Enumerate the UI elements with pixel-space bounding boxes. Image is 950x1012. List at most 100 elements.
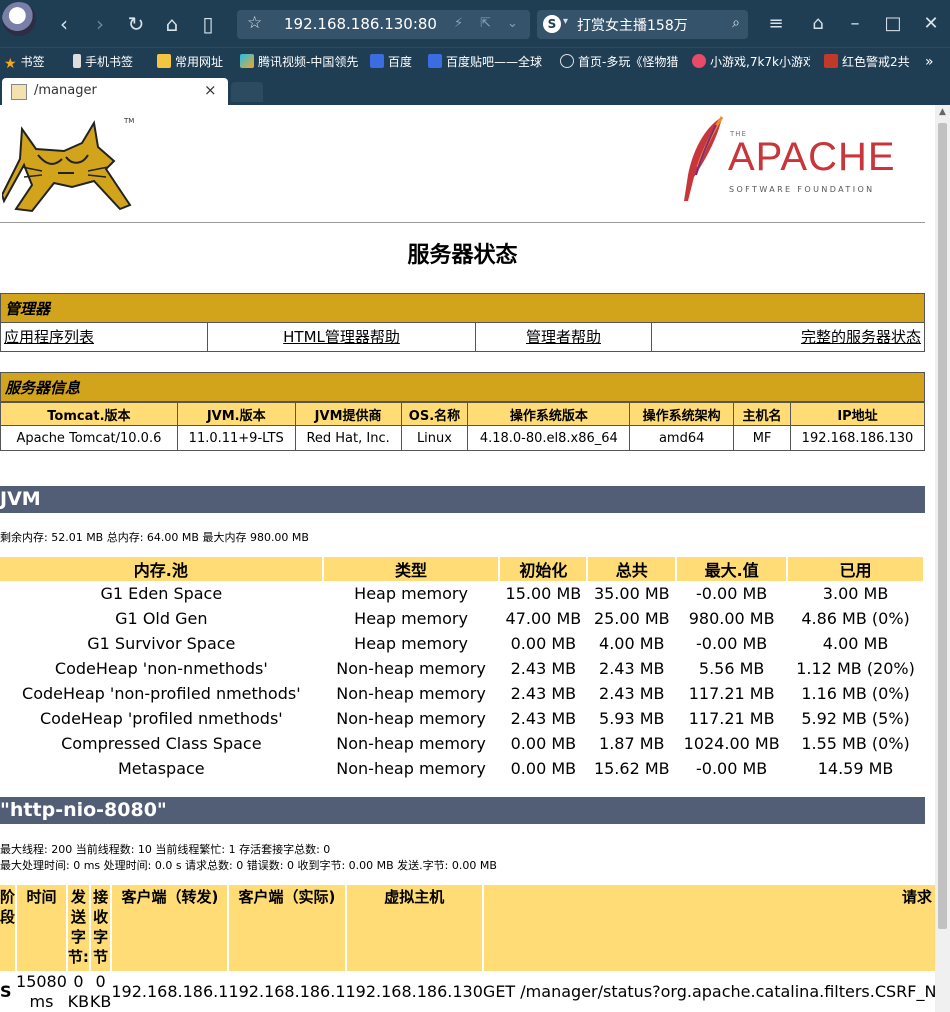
table-cell: 4.18.0-80.el8.x86_64	[467, 425, 631, 451]
bookmark-item[interactable]: 百度贴吧——全球	[428, 52, 546, 72]
table-cell: G1 Survivor Space	[87, 634, 236, 653]
tomcat-favicon-icon	[11, 84, 27, 100]
apache-subtitle: SOFTWARE FOUNDATION	[729, 185, 875, 194]
menu-icon[interactable]: ≡	[764, 12, 788, 36]
home-icon[interactable]: ⌂	[160, 12, 184, 36]
table-cell: amd64	[629, 425, 735, 451]
search-icon[interactable]: ⌕	[732, 15, 740, 31]
maximize-icon[interactable]: □	[881, 12, 905, 36]
baidu-icon	[370, 54, 384, 68]
back-arrow-icon[interactable]: ‹	[52, 12, 76, 36]
html-manager-help-link[interactable]: HTML管理器帮助	[283, 328, 400, 346]
manager-help-link[interactable]: 管理者帮助	[526, 328, 601, 346]
table-cell: 980.00 MB	[688, 609, 775, 628]
table-row: S 15080 ms 0 KB 0 KB 192.168.186.1 192.1…	[0, 971, 937, 1012]
profile-avatar[interactable]	[2, 2, 36, 36]
table-header: 主机名	[733, 402, 792, 426]
tomcat-logo[interactable]: TM	[2, 115, 136, 213]
table-cell: 117.21 MB	[688, 709, 775, 728]
reload-icon[interactable]: ↻	[124, 12, 148, 36]
table-cell: 2.43 MB	[510, 659, 577, 678]
search-engine-icon[interactable]: S	[543, 15, 561, 33]
divider	[0, 222, 925, 223]
table-cell: 192.168.186.1	[228, 982, 346, 1001]
table-row: G1 Old Gen Heap memory 47.00 MB 25.00 MB 980…	[0, 606, 924, 631]
scroll-up-icon[interactable]: ▲	[939, 107, 946, 117]
table-cell: 1.87 MB	[599, 734, 665, 753]
bookmark-item[interactable]: 常用网址	[157, 52, 223, 72]
table-cell: 15.62 MB	[593, 759, 670, 778]
minimize-icon[interactable]: –	[843, 12, 867, 36]
table-cell: CodeHeap 'non-profiled nmethods'	[22, 684, 301, 703]
table-cell: Heap memory	[354, 634, 468, 653]
table-cell: 3.00 MB	[822, 584, 889, 603]
browser-toolbar: ‹ › ↻ ⌂ ▯ ☆ 192.168.186.130:8080/manager…	[0, 0, 950, 47]
table-header: 类型	[322, 557, 501, 581]
scrollbar-thumb[interactable]	[938, 123, 947, 929]
table-cell: 35.00 MB	[593, 584, 670, 603]
tab-close-icon[interactable]: ×	[204, 81, 217, 99]
table-cell: CodeHeap 'non-nmethods'	[54, 659, 268, 678]
more-bookmarks-icon[interactable]: »	[925, 52, 934, 72]
bookmark-item[interactable]: 首页-多玩《怪物猎	[560, 52, 678, 72]
manager-heading: 管理器	[0, 293, 925, 323]
table-cell: 1.16 MB (0%)	[801, 684, 910, 703]
table-cell: Metaspace	[117, 759, 205, 778]
table-cell: 0.00 MB	[510, 634, 577, 653]
url-text[interactable]: 192.168.186.130:8080/manager	[284, 15, 436, 33]
table-cell: Red Hat, Inc.	[294, 425, 402, 451]
phone-icon	[73, 54, 81, 68]
bookmark-item[interactable]: ★ 书签	[4, 52, 45, 72]
table-cell: 5.93 MB	[599, 709, 665, 728]
bookmark-star-icon[interactable]: ☆	[247, 13, 262, 33]
tab-title[interactable]: /manager	[34, 83, 97, 98]
bookmark-item[interactable]: 百度	[370, 52, 412, 72]
table-cell: 25.00 MB	[593, 609, 670, 628]
table-row: Metaspace Non-heap memory 0.00 MB 15.62 MB -…	[0, 756, 924, 781]
lightning-icon[interactable]: ⚡	[454, 16, 463, 31]
share-icon[interactable]: ⇱	[480, 16, 491, 31]
tab-bar: /manager ×	[0, 74, 950, 105]
table-header-row: 内存.池 类型 初始化 总共 最大.值 已用	[0, 557, 925, 581]
table-header: 时间	[16, 885, 68, 971]
table-cell: Compressed Class Space	[61, 734, 262, 753]
page-viewport: TM THE APACHE SOFTWARE FOUNDATION 服务器状态 …	[0, 105, 950, 1012]
table-cell: 15080 ms	[16, 972, 67, 1011]
table-header: 请求	[482, 885, 938, 971]
table-cell: 192.168.186.1	[111, 982, 229, 1001]
forward-arrow-icon[interactable]: ›	[88, 12, 112, 36]
html-help-cell: HTML管理器帮助	[208, 322, 476, 351]
search-input[interactable]: 打赏女主播158万	[577, 15, 688, 35]
vertical-scrollbar[interactable]: ▲	[935, 105, 950, 1012]
chevron-down-icon[interactable]: ⌄	[507, 16, 518, 31]
table-cell: 11.0.11+9-LTS	[176, 425, 296, 451]
bookmark-item[interactable]: 手机书签	[73, 52, 133, 72]
close-window-icon[interactable]: ✕	[919, 12, 943, 36]
new-tab-button[interactable]	[231, 82, 263, 102]
table-cell: -0.00 MB	[696, 634, 768, 653]
manager-help-cell: 管理者帮助	[476, 322, 652, 351]
table-cell: 4.86 MB (0%)	[801, 609, 910, 628]
shirt-skin-icon[interactable]: ⌂	[806, 12, 830, 36]
jvm-heading: JVM	[0, 486, 925, 513]
table-cell: Heap memory	[354, 584, 468, 603]
app-list-link[interactable]: 应用程序列表	[4, 328, 94, 346]
table-cell: CodeHeap 'profiled nmethods'	[39, 709, 283, 728]
apache-feather-icon	[684, 116, 724, 201]
tab-manager[interactable]: /manager ×	[2, 78, 228, 105]
bookmark-item[interactable]: 小游戏,7k7k小游戏	[692, 52, 810, 72]
full-server-status-link[interactable]: 完整的服务器状态	[801, 328, 921, 346]
table-header: OS.名称	[400, 402, 469, 426]
search-box[interactable]: S ▾ 打赏女主播158万 ⌕	[537, 10, 748, 39]
bookmark-item[interactable]: 腾讯视频-中国领先	[240, 52, 358, 72]
table-cell: Non-heap memory	[336, 734, 486, 753]
engine-caret-icon[interactable]: ▾	[563, 16, 568, 27]
table-cell: -0.00 MB	[696, 584, 768, 603]
table-header: 发送字节:	[66, 885, 91, 971]
address-bar[interactable]: ☆ 192.168.186.130:8080/manager ⚡ ⇱ ⌄	[237, 10, 530, 39]
bookmark-item[interactable]: 红色警戒2共	[824, 52, 916, 72]
apache-logo[interactable]: THE APACHE SOFTWARE FOUNDATION	[680, 115, 895, 205]
table-cell: 5.92 MB (5%)	[801, 709, 910, 728]
table-header: Tomcat.版本	[0, 402, 178, 426]
reader-mode-icon[interactable]: ▯	[196, 12, 220, 36]
